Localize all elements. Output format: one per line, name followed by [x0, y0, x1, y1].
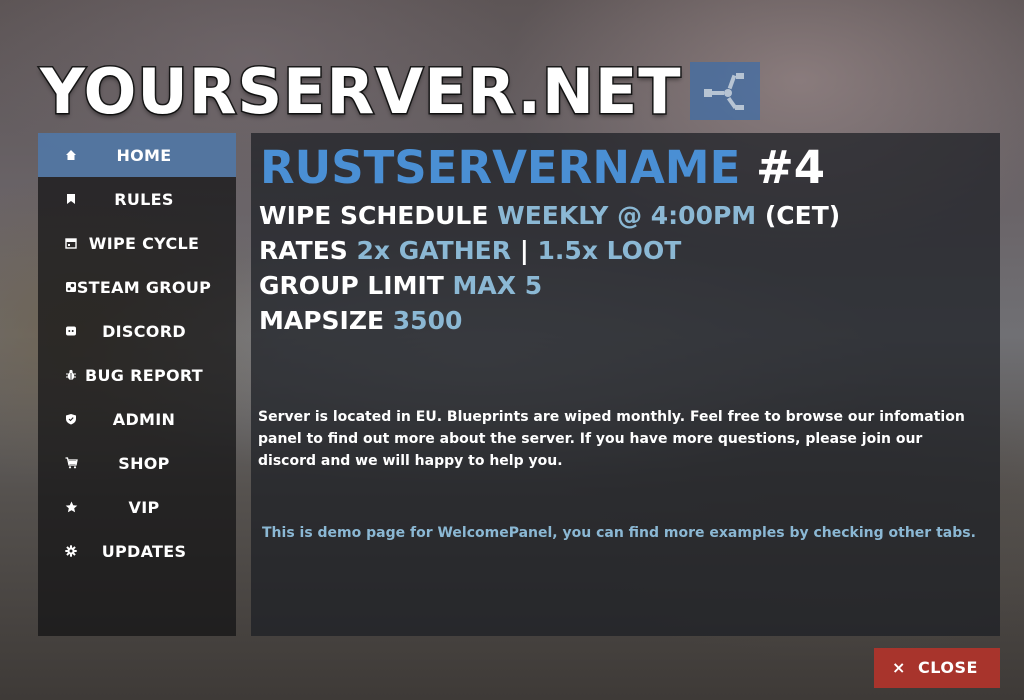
sidebar-item-wipe-cycle[interactable]: WIPE CYCLE — [38, 221, 236, 265]
info-value: 1.5x LOOT — [537, 236, 682, 265]
server-name: RUSTSERVERNAME — [260, 141, 741, 194]
info-key: WIPE SCHEDULE — [259, 201, 489, 230]
sidebar-item-admin[interactable]: ADMIN — [38, 397, 236, 441]
calendar-icon — [64, 236, 78, 250]
content-panel: RUSTSERVERNAME #4 WIPE SCHEDULE WEEKLY @… — [251, 133, 1000, 636]
sidebar-nav: HOME RULES WIPE CYCLE STEAM GROUP DISCOR… — [38, 133, 236, 636]
server-description: Server is located in EU. Blueprints are … — [258, 409, 965, 469]
sidebar-item-bug-report[interactable]: BUG REPORT — [38, 353, 236, 397]
info-value: 3500 — [392, 306, 463, 335]
info-rates: RATES 2x GATHER | 1.5x LOOT — [259, 236, 681, 266]
demo-note: This is demo page for WelcomePanel, you … — [262, 525, 976, 541]
cart-icon — [64, 456, 78, 470]
sidebar-item-shop[interactable]: SHOP — [38, 441, 236, 485]
sidebar-item-vip[interactable]: VIP — [38, 485, 236, 529]
sidebar-item-steam-group[interactable]: STEAM GROUP — [38, 265, 236, 309]
sidebar-item-updates[interactable]: UPDATES — [38, 529, 236, 573]
steam-icon — [64, 280, 78, 294]
info-mapsize: MAPSIZE 3500 — [259, 306, 462, 336]
close-icon: × — [892, 658, 906, 677]
home-icon — [64, 148, 78, 162]
sidebar-item-discord[interactable]: DISCORD — [38, 309, 236, 353]
info-value: 2x GATHER — [356, 236, 511, 265]
info-value: WEEKLY @ 4:00PM — [497, 201, 757, 230]
gear-icon — [64, 544, 78, 558]
server-logo: YOURSERVER.NET — [39, 48, 760, 134]
page-title: RUSTSERVERNAME #4 — [260, 143, 825, 193]
shield-icon — [64, 412, 78, 426]
info-key: MAPSIZE — [259, 306, 385, 335]
info-group-limit: GROUP LIMIT MAX 5 — [259, 271, 542, 301]
bug-icon — [64, 368, 78, 382]
logo-text: YOURSERVER.NET — [39, 53, 683, 129]
close-button[interactable]: × CLOSE — [874, 648, 1000, 688]
info-key: GROUP LIMIT — [259, 271, 444, 300]
info-wipe-schedule: WIPE SCHEDULE WEEKLY @ 4:00PM (CET) — [259, 201, 840, 231]
discord-icon — [64, 324, 78, 338]
bookmark-icon — [64, 192, 78, 206]
info-value-suffix: (CET) — [756, 201, 841, 230]
info-separator: | — [510, 236, 538, 265]
sidebar-item-rules[interactable]: RULES — [38, 177, 236, 221]
info-key: RATES — [259, 236, 348, 265]
rust-logo-icon — [689, 62, 760, 120]
sidebar-item-home[interactable]: HOME — [38, 133, 236, 177]
star-icon — [64, 500, 78, 514]
info-value: MAX 5 — [452, 271, 543, 300]
close-label: CLOSE — [918, 658, 978, 677]
server-number: #4 — [756, 141, 826, 194]
